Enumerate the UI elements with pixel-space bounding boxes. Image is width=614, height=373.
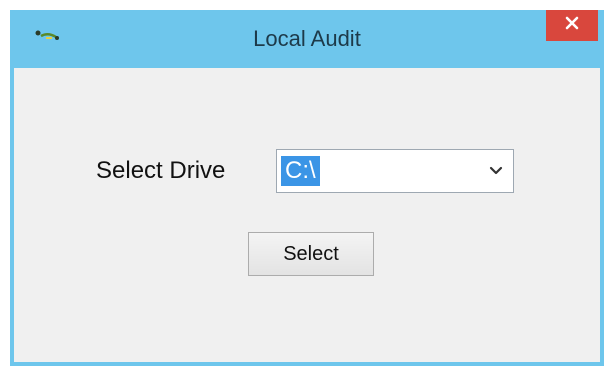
close-icon [564, 15, 580, 36]
select-drive-label: Select Drive [96, 157, 226, 184]
local-audit-window: Local Audit Select Drive C:\ Select [10, 10, 604, 366]
window-client-area: Select Drive C:\ Select [14, 68, 600, 362]
title-bar[interactable]: Local Audit [10, 10, 604, 68]
select-button[interactable]: Select [248, 232, 374, 276]
drive-dropdown-value: C:\ [281, 156, 320, 186]
chevron-down-icon[interactable] [489, 164, 503, 178]
window-title: Local Audit [253, 26, 361, 51]
close-button[interactable] [546, 10, 598, 41]
drive-dropdown[interactable]: C:\ [276, 149, 514, 193]
